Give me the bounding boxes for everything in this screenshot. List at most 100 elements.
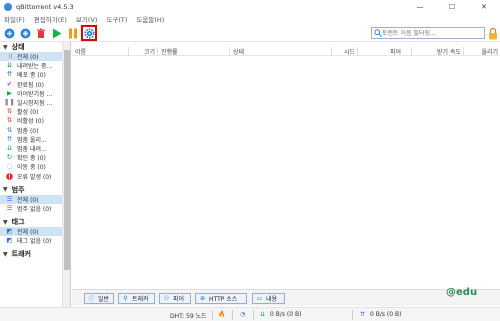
status-section-header[interactable]: ▼ 상태 bbox=[0, 42, 70, 52]
column-download-speed[interactable]: 받기 속도 bbox=[412, 47, 464, 56]
window-controls: — ☐ ✕ bbox=[404, 0, 500, 13]
sidebar-scrollbar-thumb[interactable] bbox=[64, 50, 70, 270]
column-peers[interactable]: 피어 bbox=[358, 47, 412, 56]
tab-general[interactable]: ⓘ 일반 bbox=[84, 293, 114, 304]
settings-gear-icon[interactable] bbox=[81, 25, 97, 41]
column-seeds[interactable]: 시드 bbox=[332, 47, 358, 56]
list-icon: ☰ bbox=[6, 194, 13, 203]
resume-icon[interactable] bbox=[51, 27, 63, 39]
transfer-list: 이름 크기 진행률 상태 시드 피어 받기 속도 올리기 bbox=[72, 42, 500, 289]
pause-small-icon: ❚❚ bbox=[4, 98, 15, 107]
sidebar-item-paused[interactable]: ❚❚ 일시정지됨 ... bbox=[0, 98, 62, 108]
sidebar-item-moving[interactable]: ◌ 이동 중 (0) bbox=[0, 162, 62, 172]
dht-nodes: DHT: 59 노드 bbox=[170, 313, 207, 320]
tag-item-untagged[interactable]: ◩ 태그 없음 (0) bbox=[0, 236, 62, 246]
sidebar-item-stalled-uploading[interactable]: ⇈ 멈춤 올리... bbox=[0, 135, 62, 144]
minimize-button[interactable]: — bbox=[404, 0, 436, 13]
menu-edit[interactable]: 편집하기(E) bbox=[34, 14, 67, 24]
sidebar-item-stalled-downloading[interactable]: ⇊ 멈춤 내려... bbox=[0, 144, 62, 153]
status-bar: DHT: 59 노드 🔥 ◔ ⇊ 0 B/s (0 B) ⇈ 0 B/s (0 … bbox=[0, 307, 500, 321]
menu-help[interactable]: 도움말(H) bbox=[136, 14, 164, 24]
status-separator bbox=[253, 310, 254, 320]
folder-icon: ▭ bbox=[256, 295, 263, 302]
add-torrent-link-icon[interactable] bbox=[3, 27, 15, 39]
tracker-section-title: 트래커 bbox=[11, 250, 31, 259]
speed-limit-icon[interactable]: ◔ bbox=[240, 311, 245, 318]
status-separator bbox=[212, 310, 213, 320]
upload-speed-icon: ⇈ bbox=[360, 311, 366, 318]
play-icon: ▶ bbox=[7, 88, 12, 97]
tracker-section-header[interactable]: ▼ 트래커 bbox=[0, 249, 70, 259]
title-bar: qBittorrent v4.5.3 — ☐ ✕ bbox=[0, 0, 500, 13]
column-size[interactable]: 크기 bbox=[129, 47, 158, 56]
column-upload-speed[interactable]: 올리기 bbox=[464, 47, 500, 56]
status-separator bbox=[232, 310, 233, 320]
sidebar-item-completed[interactable]: ✔ 완료됨 (0) bbox=[0, 80, 62, 89]
window-title: qBittorrent v4.5.3 bbox=[16, 2, 74, 11]
list-icon: ☰ bbox=[6, 203, 13, 212]
column-name[interactable]: 이름 bbox=[72, 47, 129, 56]
tab-http-sources[interactable]: ⊕ HTTP 소스 bbox=[195, 293, 247, 304]
status-separator bbox=[352, 310, 353, 320]
sidebar-item-all[interactable]: ⤨ 전체 (0) bbox=[0, 52, 62, 62]
sidebar-item-stalled[interactable]: ⇅ 멈춤 (0) bbox=[0, 126, 62, 135]
sidebar-item-active[interactable]: ⇅ 활성 (0) bbox=[0, 107, 62, 117]
pin-icon: ⚲ bbox=[123, 295, 128, 302]
stalled-icon: ⇅ bbox=[6, 125, 13, 134]
peers-icon: ⚇ bbox=[163, 295, 170, 302]
firewall-icon[interactable]: 🔥 bbox=[218, 311, 225, 318]
watermark: @edu bbox=[446, 287, 478, 298]
search-input[interactable] bbox=[382, 29, 480, 37]
menu-view[interactable]: 보기(V) bbox=[76, 14, 97, 24]
menu-tools[interactable]: 도구(T) bbox=[106, 14, 127, 24]
close-button[interactable]: ✕ bbox=[468, 0, 500, 13]
search-box bbox=[371, 27, 485, 39]
chevron-down-icon: ▼ bbox=[3, 186, 8, 194]
add-torrent-file-icon[interactable] bbox=[19, 27, 31, 39]
menu-bar: 파일(F) 편집하기(E) 보기(V) 도구(T) 도움말(H) bbox=[0, 13, 500, 25]
error-icon bbox=[6, 172, 13, 180]
sidebar-item-inactive[interactable]: ⇅ 비활성 (0) bbox=[0, 116, 62, 126]
sidebar-item-downloading[interactable]: ⇊ 내려받는 중... bbox=[0, 61, 62, 71]
sidebar-item-checking[interactable]: ↻ 확인 중 (0) bbox=[0, 153, 62, 163]
search-icon bbox=[374, 29, 382, 37]
shuffle-icon: ⤨ bbox=[6, 52, 13, 61]
column-progress[interactable]: 진행률 bbox=[158, 47, 230, 56]
delete-icon[interactable] bbox=[35, 27, 47, 39]
tag-section-header[interactable]: ▼ 태그 bbox=[0, 217, 70, 227]
tab-content[interactable]: ▭ 내용 bbox=[252, 293, 285, 304]
status-section-title: 상태 bbox=[11, 43, 25, 51]
chevron-down-icon: ▼ bbox=[3, 250, 8, 258]
download-speed-icon: ⇊ bbox=[260, 311, 266, 318]
moving-icon: ◌ bbox=[6, 162, 13, 171]
menu-file[interactable]: 파일(F) bbox=[4, 14, 25, 24]
tag-section-title: 태그 bbox=[11, 218, 25, 226]
tab-peers[interactable]: ⚇ 피어 bbox=[159, 293, 191, 304]
tag-icon: ◩ bbox=[6, 236, 13, 245]
category-section-title: 범주 bbox=[11, 185, 25, 194]
tab-trackers[interactable]: ⚲ 트래커 bbox=[118, 293, 155, 304]
sidebar-item-errored[interactable]: 오류 발생 (0) bbox=[0, 171, 62, 181]
info-icon: ⓘ bbox=[88, 296, 95, 303]
sidebar-item-seeding[interactable]: ⇈ 배포 중 (0) bbox=[0, 70, 62, 80]
maximize-button[interactable]: ☐ bbox=[436, 0, 468, 13]
toolbar bbox=[0, 25, 500, 42]
tag-item-all[interactable]: ◩ 전체 (0) bbox=[0, 227, 62, 237]
lock-icon[interactable] bbox=[488, 27, 498, 40]
stalled-down-icon: ⇊ bbox=[6, 143, 13, 152]
pause-icon[interactable] bbox=[67, 27, 79, 39]
category-item-uncategorized[interactable]: ☰ 범주 없음 (0) bbox=[0, 204, 62, 213]
properties-tab-bar: ⓘ 일반 ⚲ 트래커 ⚇ 피어 ⊕ HTTP 소스 ▭ 내용 bbox=[72, 289, 500, 306]
active-icon: ⇅ bbox=[6, 107, 13, 116]
sidebar-item-resumed[interactable]: ▶ 이어받기됨 ... bbox=[0, 89, 62, 98]
checking-icon: ↻ bbox=[6, 153, 13, 162]
qbittorrent-app-icon bbox=[4, 2, 12, 11]
globe-icon: ⊕ bbox=[199, 295, 206, 302]
sidebar-scrollbar[interactable] bbox=[62, 42, 70, 307]
column-status[interactable]: 상태 bbox=[230, 47, 332, 56]
check-icon: ✔ bbox=[6, 79, 13, 88]
stalled-up-icon: ⇈ bbox=[6, 134, 13, 143]
category-item-all[interactable]: ☰ 전체 (0) bbox=[0, 194, 62, 204]
category-section-header[interactable]: ▼ 범주 bbox=[0, 185, 70, 195]
upload-arrows-icon: ⇈ bbox=[6, 70, 13, 79]
